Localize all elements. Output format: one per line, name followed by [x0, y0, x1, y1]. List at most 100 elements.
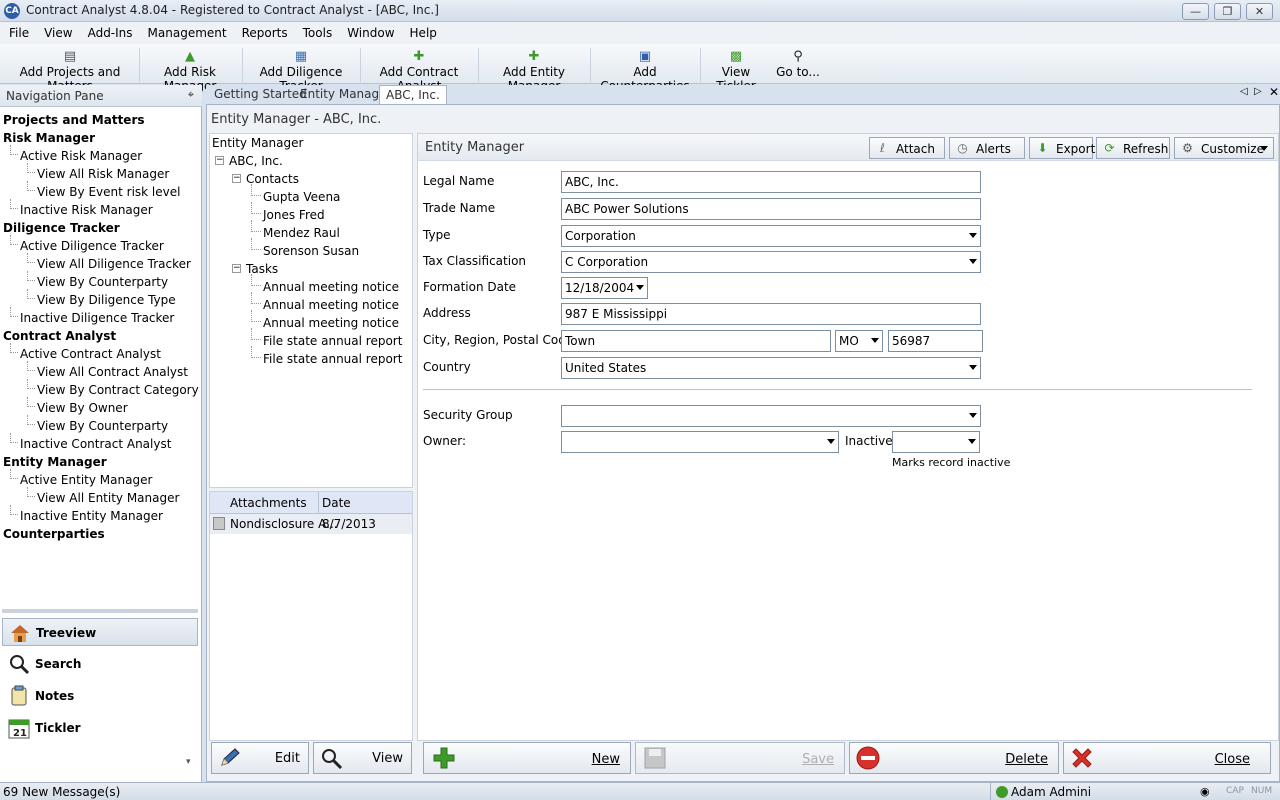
alerts-label: Alerts	[976, 142, 1011, 156]
nav-item[interactable]: View All Risk Manager	[37, 167, 169, 181]
add-entity-manager-button[interactable]: ✚ Add Entity Manager	[484, 47, 584, 93]
menu-reports[interactable]: Reports	[233, 22, 294, 44]
tickler-button[interactable]: 21 Tickler	[2, 714, 198, 742]
region-select[interactable]: MO	[835, 330, 883, 352]
customize-button[interactable]: ⚙ Customize	[1174, 137, 1274, 159]
menu-view[interactable]: View	[35, 22, 78, 44]
contact-item[interactable]: Sorenson Susan	[263, 244, 359, 258]
attach-button[interactable]: ℓ Attach	[869, 137, 945, 159]
add-diligence-tracker-button[interactable]: ▦ Add Diligence Tracker	[246, 47, 356, 93]
nav-item[interactable]: Inactive Contract Analyst	[20, 437, 171, 451]
delete-button[interactable]: Delete	[849, 742, 1059, 774]
tab-scroll-right-icon[interactable]: ▷	[1254, 86, 1262, 97]
formation-date-picker[interactable]: 12/18/2004	[561, 277, 648, 299]
close-window-button[interactable]: ✕	[1246, 3, 1273, 20]
nav-item[interactable]: Inactive Entity Manager	[20, 509, 163, 523]
view-tickler-button[interactable]: ▩ View Tickler	[705, 47, 767, 93]
nav-item[interactable]: Projects and Matters	[3, 113, 145, 127]
tree-entity[interactable]: ABC, Inc.	[229, 154, 283, 168]
task-item[interactable]: File state annual report	[263, 352, 402, 366]
collapse-icon[interactable]: −	[232, 264, 241, 273]
nav-item[interactable]: View All Diligence Tracker	[37, 257, 191, 271]
edit-button[interactable]: Edit	[211, 742, 309, 774]
refresh-button[interactable]: ⟳ Refresh	[1096, 137, 1170, 159]
nav-item[interactable]: View By Owner	[37, 401, 128, 415]
task-item[interactable]: Annual meeting notice	[263, 298, 399, 312]
add-counterparties-button[interactable]: ▣ Add Counterparties	[595, 47, 695, 93]
nav-item[interactable]: View By Counterparty	[37, 275, 168, 289]
search-nav-button[interactable]: Search	[2, 650, 198, 678]
table-row[interactable]: Nondisclosure A... 8/7/2013	[210, 514, 412, 534]
menu-help[interactable]: Help	[401, 22, 443, 44]
pane-splitter[interactable]	[2, 609, 198, 613]
contact-item[interactable]: Gupta Veena	[263, 190, 340, 204]
postal-code-field[interactable]: 56987	[888, 330, 983, 352]
form-header: Entity Manager ℓ Attach ◷ Alerts ⬇ Export ⟳…	[418, 134, 1278, 161]
menu-management[interactable]: Management	[139, 22, 233, 44]
tab-abc-inc[interactable]: ABC, Inc.	[379, 85, 447, 104]
nav-item[interactable]: Diligence Tracker	[3, 221, 120, 235]
tab-scroll-left-icon[interactable]: ◁	[1240, 86, 1248, 97]
country-select[interactable]: United States	[561, 357, 981, 379]
contact-item[interactable]: Mendez Raul	[263, 226, 340, 240]
tax-classification-select[interactable]: C Corporation	[561, 251, 981, 273]
nav-item[interactable]: Counterparties	[3, 527, 105, 541]
attach-label: Attach	[896, 142, 935, 156]
tree-root[interactable]: Entity Manager	[212, 136, 303, 150]
nav-item[interactable]: View By Event risk level	[37, 185, 180, 199]
owner-select[interactable]	[561, 431, 839, 453]
notes-button[interactable]: Notes	[2, 682, 198, 710]
nav-item[interactable]: Inactive Risk Manager	[20, 203, 153, 217]
nav-item[interactable]: Active Diligence Tracker	[20, 239, 164, 253]
nav-item[interactable]: Risk Manager	[3, 131, 95, 145]
legal-name-field[interactable]: ABC, Inc.	[561, 171, 981, 193]
nav-item[interactable]: View All Entity Manager	[37, 491, 179, 505]
new-button[interactable]: New	[423, 742, 631, 774]
minimize-button[interactable]: —	[1182, 3, 1209, 20]
nav-item[interactable]: Active Contract Analyst	[20, 347, 161, 361]
menu-add-ins[interactable]: Add-Ins	[79, 22, 139, 44]
nav-item[interactable]: View By Counterparty	[37, 419, 168, 433]
add-contract-analyst-button[interactable]: ✚ Add Contract Analyst	[365, 47, 473, 93]
nav-item[interactable]: Active Entity Manager	[20, 473, 152, 487]
address-field[interactable]: 987 E Mississippi	[561, 303, 981, 325]
close-button[interactable]: Close	[1063, 742, 1271, 774]
alerts-button[interactable]: ◷ Alerts	[949, 137, 1025, 159]
pin-icon[interactable]: ⌖	[188, 88, 194, 102]
view-button[interactable]: View	[313, 742, 412, 774]
inactive-select[interactable]	[892, 431, 980, 453]
nav-item[interactable]: Contract Analyst	[3, 329, 116, 343]
menu-file[interactable]: File	[0, 22, 35, 44]
treeview-button[interactable]: Treeview	[2, 618, 198, 646]
trade-name-field[interactable]: ABC Power Solutions	[561, 198, 981, 220]
contact-item[interactable]: Jones Fred	[263, 208, 325, 222]
security-group-select[interactable]	[561, 405, 981, 427]
task-item[interactable]: Annual meeting notice	[263, 280, 399, 294]
export-button[interactable]: ⬇ Export	[1029, 137, 1095, 159]
collapse-icon[interactable]: −	[215, 156, 224, 165]
close-tab-icon[interactable]: ✕	[1269, 85, 1279, 99]
type-select[interactable]: Corporation	[561, 225, 981, 247]
nav-item[interactable]: Entity Manager	[3, 455, 107, 469]
add-projects-button[interactable]: ▤ Add Projects and Matters	[7, 47, 133, 93]
task-item[interactable]: File state annual report	[263, 334, 402, 348]
new-messages-status[interactable]: 69 New Message(s)	[3, 785, 120, 799]
date-column[interactable]: Date	[322, 496, 351, 510]
task-item[interactable]: Annual meeting notice	[263, 316, 399, 330]
menu-tools[interactable]: Tools	[294, 22, 339, 44]
add-risk-manager-button[interactable]: ▲ Add Risk Manager	[144, 47, 236, 93]
chevron-down-icon[interactable]: ▾	[186, 757, 191, 767]
nav-item[interactable]: View By Contract Category	[37, 383, 199, 397]
collapse-icon[interactable]: −	[232, 174, 241, 183]
nav-item[interactable]: Active Risk Manager	[20, 149, 142, 163]
go-to-button[interactable]: ⚲ Go to...	[775, 47, 821, 83]
magnifier-icon	[320, 747, 344, 770]
restore-button[interactable]: ❐	[1214, 3, 1241, 20]
nav-item[interactable]: View By Diligence Type	[37, 293, 176, 307]
attachments-column[interactable]: Attachments	[230, 496, 307, 510]
nav-item[interactable]: Inactive Diligence Tracker	[20, 311, 174, 325]
city-field[interactable]: Town	[561, 330, 831, 352]
nav-item[interactable]: View All Contract Analyst	[37, 365, 188, 379]
menu-window[interactable]: Window	[338, 22, 400, 44]
save-button[interactable]: Save	[635, 742, 845, 774]
